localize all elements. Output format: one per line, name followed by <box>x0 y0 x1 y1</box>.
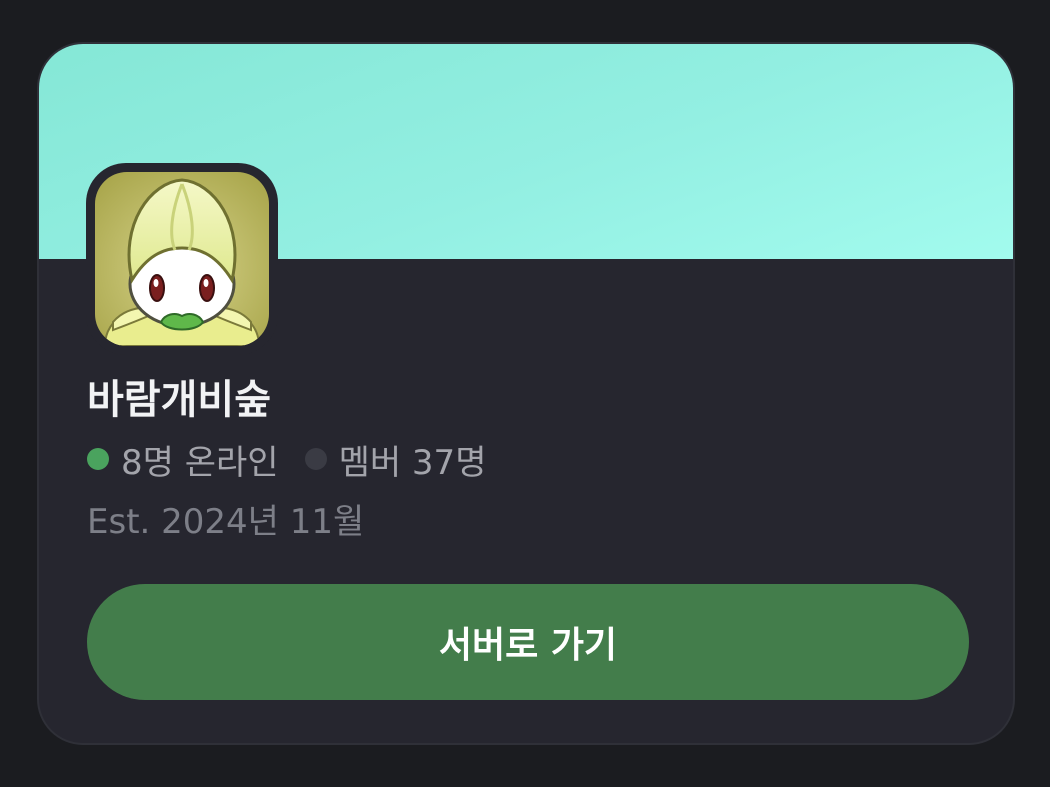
server-name: 바람개비숲 <box>87 377 271 423</box>
member-status-dot-icon <box>304 448 327 470</box>
online-status-dot-icon <box>87 448 109 470</box>
server-invite-card: 바람개비숲 8명 온라인 멤버 37명 Est. 2024년 11월 서버로 가… <box>37 42 1015 745</box>
page: 바람개비숲 8명 온라인 멤버 37명 Est. 2024년 11월 서버로 가… <box>0 0 1050 787</box>
server-avatar-icon <box>95 172 269 346</box>
server-avatar-frame <box>86 163 278 355</box>
member-count: 멤버 37명 <box>338 442 487 483</box>
server-stats: 8명 온라인 멤버 37명 <box>87 437 487 483</box>
established-date: Est. 2024년 11월 <box>87 502 365 542</box>
online-count: 8명 온라인 <box>121 442 279 483</box>
go-to-server-button[interactable]: 서버로 가기 <box>87 584 969 700</box>
